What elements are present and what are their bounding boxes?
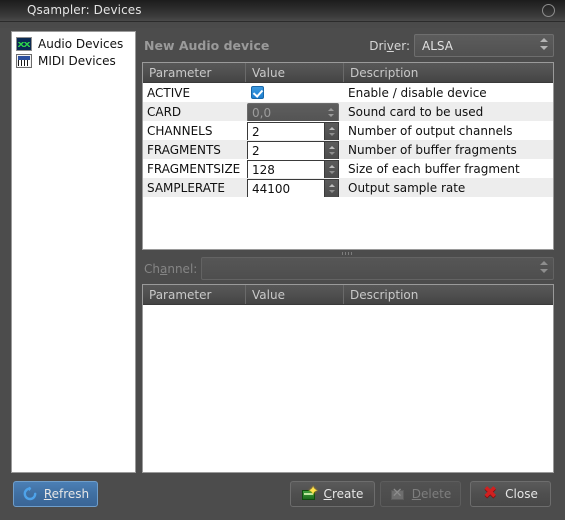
window-close-icon[interactable] — [542, 4, 555, 17]
cell-value — [246, 83, 344, 102]
cell-description: Number of buffer fragments — [348, 142, 517, 157]
cell-value: 0,0 — [246, 102, 344, 121]
samplerate-stepper[interactable]: 44100 — [247, 179, 339, 197]
refresh-button-label: Refresh — [43, 487, 90, 501]
table-header-row: Parameter Value Description — [143, 63, 553, 83]
device-parameters-table[interactable]: Parameter Value Description ACTIVE Enabl… — [142, 62, 554, 250]
cell-description: Enable / disable device — [348, 85, 487, 100]
cell-parameter: CHANNELS — [147, 123, 213, 138]
delete-button[interactable]: ✕ Delete — [380, 481, 461, 507]
cell-description: Output sample rate — [348, 180, 466, 195]
column-header-parameter[interactable]: Parameter — [143, 285, 246, 304]
stepper-arrows-icon[interactable] — [324, 123, 338, 140]
refresh-icon — [22, 486, 38, 502]
stepper-arrows-icon[interactable] — [324, 180, 338, 197]
table-row[interactable]: CHANNELS 2 Number of output channels — [143, 121, 553, 140]
sidebar-item-label: MIDI Devices — [38, 53, 116, 68]
device-list[interactable]: Audio Devices MIDI Devices — [11, 31, 136, 473]
midi-device-icon — [16, 53, 32, 68]
channel-parameters-table[interactable]: Parameter Value Description — [142, 284, 554, 473]
cell-value: 2 — [246, 121, 344, 140]
table-header-row: Parameter Value Description — [143, 285, 553, 305]
create-button[interactable]: ✦ Create — [290, 481, 375, 507]
device-title: New Audio device — [144, 38, 270, 53]
sidebar-item-audio-devices[interactable]: Audio Devices — [12, 35, 135, 52]
delete-button-label: Delete — [411, 487, 452, 501]
fragments-stepper[interactable]: 2 — [247, 141, 339, 159]
title-bar: Qsampler: Devices — [0, 0, 565, 22]
cell-description: Size of each buffer fragment — [348, 161, 520, 176]
cell-parameter: FRAGMENTSIZE — [147, 161, 241, 176]
channels-value: 2 — [252, 124, 260, 139]
chevron-updown-icon — [539, 260, 548, 277]
sidebar-item-midi-devices[interactable]: MIDI Devices — [12, 52, 135, 69]
fragments-value: 2 — [252, 143, 260, 158]
driver-label: Driver: — [369, 39, 410, 53]
table-row[interactable]: FRAGMENTS 2 Number of buffer fragments — [143, 140, 553, 159]
sidebar-item-label: Audio Devices — [38, 36, 124, 51]
delete-device-icon: ✕ — [390, 486, 404, 501]
cell-parameter: ACTIVE — [147, 85, 191, 100]
cell-value: 44100 — [246, 178, 344, 197]
refresh-button[interactable]: Refresh — [13, 481, 98, 507]
channels-stepper[interactable]: 2 — [247, 122, 339, 140]
audio-device-icon — [16, 36, 32, 51]
samplerate-value: 44100 — [252, 181, 291, 196]
close-button[interactable]: ✖ Close — [470, 481, 551, 507]
close-x-icon: ✖ — [483, 483, 498, 503]
column-header-description[interactable]: Description — [344, 285, 553, 304]
cell-description: Sound card to be used — [348, 104, 484, 119]
close-button-label: Close — [505, 487, 538, 501]
chevron-updown-icon — [539, 37, 548, 54]
channel-select[interactable] — [201, 257, 554, 280]
devices-dialog: Qsampler: Devices Audio Devices MIDI Dev… — [0, 0, 565, 520]
column-header-value[interactable]: Value — [246, 285, 344, 304]
window-title: Qsampler: Devices — [27, 3, 142, 17]
fragmentsize-value: 128 — [252, 162, 275, 177]
device-detail-pane: New Audio device Driver: ALSA Parameter … — [142, 31, 554, 473]
chevron-updown-icon[interactable] — [324, 104, 338, 121]
create-device-icon: ✦ — [301, 485, 319, 502]
fragmentsize-stepper[interactable]: 128 — [247, 160, 339, 178]
column-header-parameter[interactable]: Parameter — [143, 63, 246, 82]
driver-select-value: ALSA — [422, 38, 453, 53]
cell-description: Number of output channels — [348, 123, 513, 138]
cell-parameter: CARD — [147, 104, 182, 119]
active-checkbox[interactable] — [251, 86, 264, 99]
table-row[interactable]: FRAGMENTSIZE 128 Size of each buffer fra… — [143, 159, 553, 178]
card-select-value: 0,0 — [252, 105, 272, 120]
cell-parameter: SAMPLERATE — [147, 180, 225, 195]
table-row[interactable]: ACTIVE Enable / disable device — [143, 83, 553, 102]
cell-value: 2 — [246, 140, 344, 159]
driver-select[interactable]: ALSA — [414, 34, 554, 57]
table-row[interactable]: SAMPLERATE 44100 Output sample rate — [143, 178, 553, 197]
cell-parameter: FRAGMENTS — [147, 142, 221, 157]
column-header-description[interactable]: Description — [344, 63, 553, 82]
stepper-arrows-icon[interactable] — [324, 161, 338, 178]
channel-label: Channel: — [144, 262, 198, 276]
title-bar-shadow — [0, 22, 565, 28]
card-select[interactable]: 0,0 — [247, 103, 339, 121]
create-button-label: Create — [323, 487, 364, 501]
column-header-value[interactable]: Value — [246, 63, 344, 82]
cell-value: 128 — [246, 159, 344, 178]
stepper-arrows-icon[interactable] — [324, 142, 338, 159]
table-row[interactable]: CARD 0,0 Sound card to be used — [143, 102, 553, 121]
